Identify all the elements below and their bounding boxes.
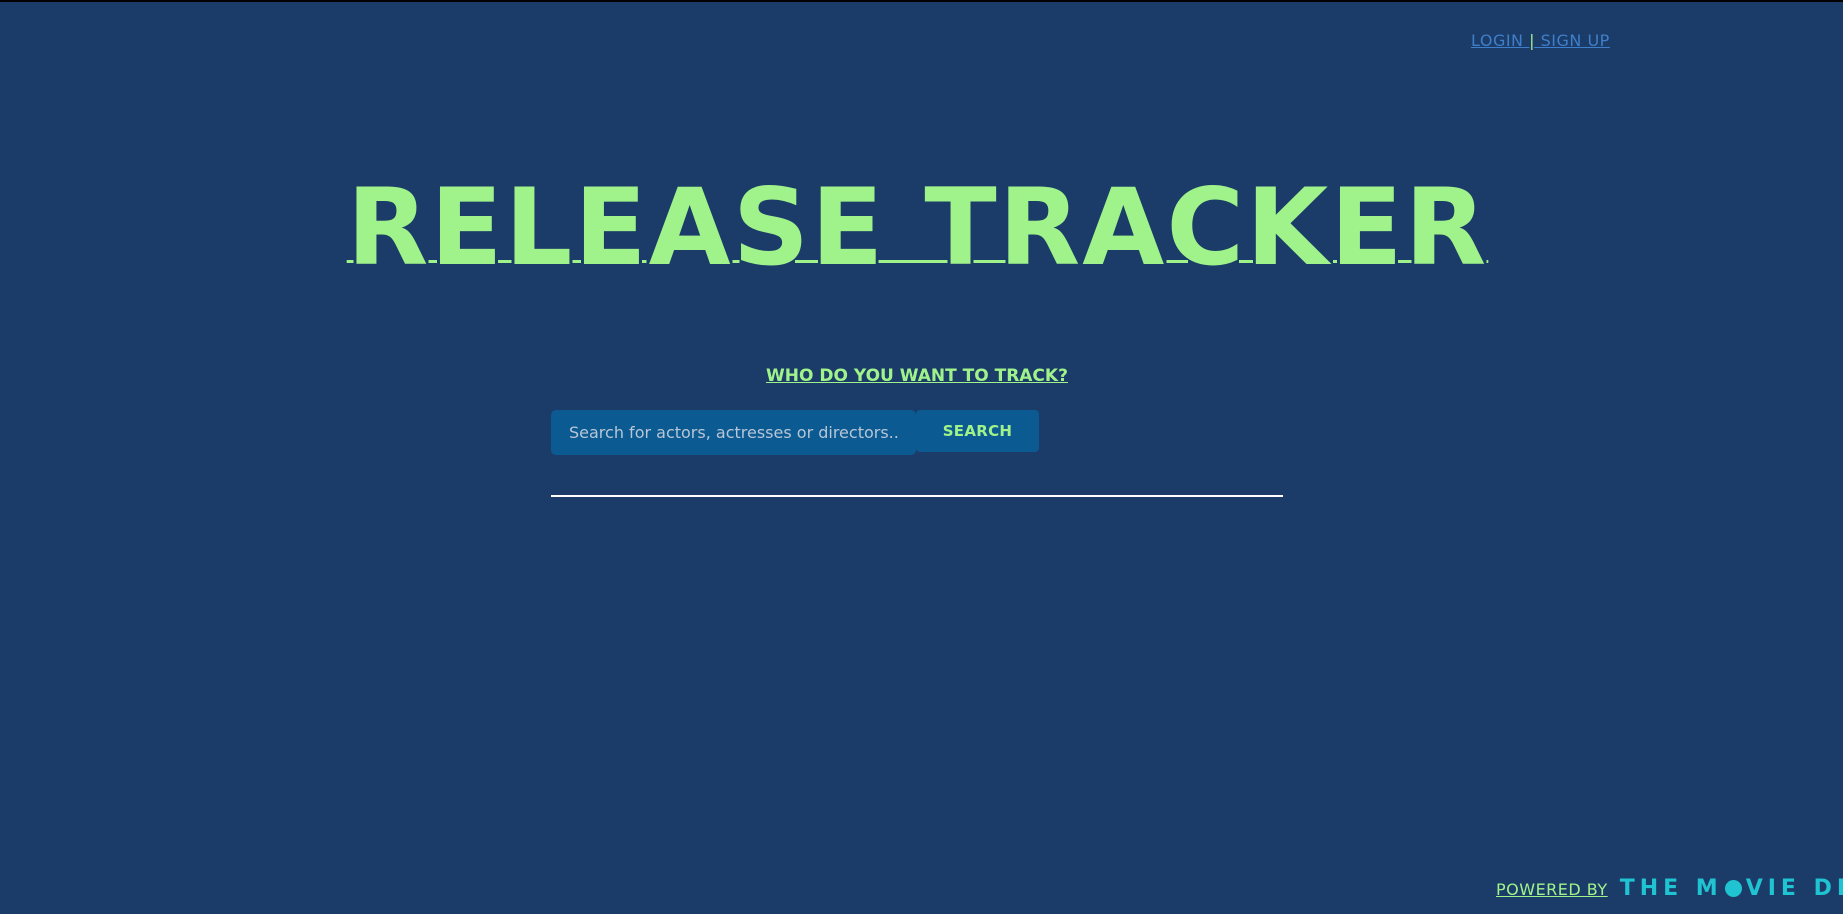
- results-divider: [551, 495, 1283, 497]
- tmdb-dot-icon: [1724, 880, 1742, 897]
- login-link[interactable]: LOGIN: [1471, 31, 1524, 50]
- auth-separator: |: [1529, 31, 1536, 50]
- powered-by-label: POWERED BY: [1496, 880, 1608, 899]
- tmdb-logo[interactable]: THE M VIE DB: [1620, 876, 1843, 901]
- tmdb-logo-text-end: VIE DB: [1745, 876, 1843, 901]
- tmdb-logo-text-start: THE M: [1619, 876, 1723, 901]
- top-border: [0, 0, 1843, 2]
- page-subtitle: WHO DO YOU WANT TO TRACK?: [766, 366, 1068, 386]
- search-button[interactable]: SEARCH: [916, 410, 1039, 452]
- page-title: RELEASE TRACKER: [346, 166, 1489, 289]
- signup-link[interactable]: SIGN UP: [1541, 31, 1610, 50]
- footer: POWERED BY THE M VIE DB: [1496, 876, 1843, 901]
- auth-links: LOGIN | SIGN UP: [1471, 31, 1610, 50]
- search-input[interactable]: [551, 410, 916, 455]
